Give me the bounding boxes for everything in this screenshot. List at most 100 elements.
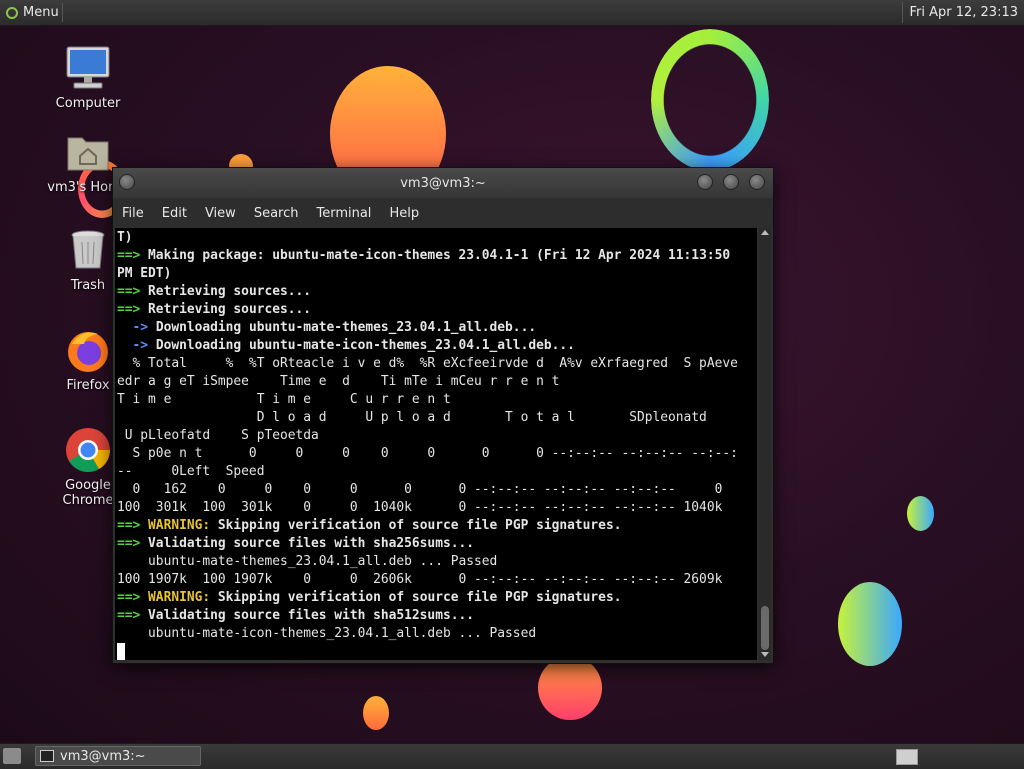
- terminal-text: PM EDT): [117, 266, 172, 281]
- wallpaper-blob: [907, 496, 934, 531]
- terminal-line: -> Downloading ubuntu-mate-themes_23.04.…: [117, 319, 537, 337]
- minimize-button[interactable]: [697, 174, 713, 190]
- terminal-text: 100 301k 100 301k 0 0 1040k 0 --:--:-- -…: [117, 500, 723, 515]
- terminal-text: D l o a d U p l o a d T o t a l SDpleona…: [117, 410, 707, 425]
- scroll-up-arrow-icon[interactable]: [761, 230, 769, 235]
- terminal-text: ==>: [117, 284, 149, 299]
- wallpaper-blob: [538, 656, 602, 720]
- terminal-line: -- 0Left Speed: [117, 463, 264, 481]
- bottom-panel: vm3@vm3:~: [0, 743, 1024, 769]
- terminal-text: ->: [117, 338, 156, 353]
- terminal-text: % Total % %T oRteacle i v e d% %R eXcfee…: [117, 356, 738, 371]
- panel-separator: [62, 3, 63, 22]
- maximize-button[interactable]: [723, 174, 739, 190]
- terminal-text: Retrieving sources...: [148, 284, 312, 299]
- terminal-menubar: File Edit View Search Terminal Help: [113, 198, 773, 228]
- menu-help[interactable]: Help: [380, 206, 428, 221]
- menu-file[interactable]: File: [113, 206, 153, 221]
- scroll-down-arrow-icon[interactable]: [761, 652, 769, 657]
- terminal-text: Validating source files with sha256sums.…: [148, 536, 475, 551]
- terminal-text: ->: [117, 320, 156, 335]
- terminal-line: 100 1907k 100 1907k 0 0 2606k 0 --:--:--…: [117, 571, 722, 589]
- desktop-icon-computer[interactable]: Computer: [38, 44, 138, 111]
- terminal-text: ubuntu-mate-themes_23.04.1_all.deb ... P…: [117, 554, 498, 569]
- terminal-text: WARNING:: [148, 518, 218, 533]
- terminal-text: Skipping verification of source file PGP…: [217, 518, 622, 533]
- desktop-icon-label: Trash: [70, 278, 106, 293]
- terminal-scrollbar[interactable]: [759, 228, 771, 660]
- terminal-text: -- 0Left Speed: [117, 464, 265, 479]
- menu-search[interactable]: Search: [245, 206, 308, 221]
- terminal-text: ==>: [117, 590, 149, 605]
- taskbar-window-label: vm3@vm3:~: [60, 748, 146, 764]
- top-panel: Menu Fri Apr 12, 23:13: [0, 0, 1024, 26]
- terminal-text: Validating source files with sha512sums.…: [148, 608, 475, 623]
- computer-icon: [64, 44, 112, 92]
- main-menu-label: Menu: [23, 5, 59, 20]
- terminal-line: ==> Making package: ubuntu-mate-icon-the…: [117, 247, 730, 265]
- mate-logo-icon: [6, 6, 18, 19]
- menu-edit[interactable]: Edit: [153, 206, 196, 221]
- terminal-line: ==> WARNING: Skipping verification of so…: [117, 517, 621, 535]
- terminal-text: Downloading ubuntu-mate-icon-themes_23.0…: [155, 338, 575, 353]
- terminal-line: 100 301k 100 301k 0 0 1040k 0 --:--:-- -…: [117, 499, 722, 517]
- terminal-window[interactable]: vm3@vm3:~ File Edit View Search Terminal…: [112, 167, 774, 664]
- terminal-line: U pLleofatd S pTeoetda: [117, 427, 319, 445]
- panel-clock[interactable]: Fri Apr 12, 23:13: [902, 2, 1024, 23]
- terminal-text: ubuntu-mate-icon-themes_23.04.1_all.deb …: [117, 626, 537, 641]
- trash-icon: [64, 226, 112, 274]
- show-desktop-icon[interactable]: [3, 748, 21, 764]
- terminal-line: 0 162 0 0 0 0 0 0 --:--:-- --:--:-- --:-…: [117, 481, 723, 499]
- terminal-line: ==> Retrieving sources...: [117, 301, 311, 319]
- terminal-line: D l o a d U p l o a d T o t a l SDpleona…: [117, 409, 707, 427]
- window-titlebar[interactable]: vm3@vm3:~: [113, 168, 773, 198]
- terminal-icon: [40, 750, 54, 762]
- taskbar-window-button[interactable]: vm3@vm3:~: [35, 746, 201, 766]
- terminal-line: S p0e n t 0 0 0 0 0 0 0 --:--:-- --:--:-…: [117, 445, 738, 463]
- terminal-text: Making package: ubuntu-mate-icon-themes …: [148, 248, 731, 263]
- wallpaper-blob: [838, 582, 902, 666]
- desktop-icon-label: Firefox: [66, 378, 110, 393]
- terminal-text: ==>: [117, 608, 149, 623]
- terminal-text: edr a g eT iSmpee Time e d Ti mTe i mCeu…: [117, 374, 560, 389]
- workspace-switcher[interactable]: [896, 749, 918, 765]
- desktop-icon-label: Google Chrome: [62, 478, 114, 508]
- terminal-text: ==>: [117, 518, 149, 533]
- menu-view[interactable]: View: [196, 206, 245, 221]
- terminal-line: PM EDT): [117, 265, 171, 283]
- close-button[interactable]: [749, 174, 765, 190]
- terminal-line: % Total % %T oRteacle i v e d% %R eXcfee…: [117, 355, 738, 373]
- terminal-text: 100 1907k 100 1907k 0 0 2606k 0 --:--:--…: [117, 572, 723, 587]
- menu-terminal[interactable]: Terminal: [307, 206, 380, 221]
- firefox-icon: [64, 326, 112, 374]
- wallpaper-blob: [363, 696, 389, 730]
- terminal-text: WARNING:: [148, 590, 218, 605]
- home-folder-icon: [64, 128, 112, 176]
- terminal-line: ==> Retrieving sources...: [117, 283, 311, 301]
- desktop-icon-label: Computer: [55, 96, 121, 111]
- scrollbar-thumb[interactable]: [761, 606, 769, 650]
- terminal-output[interactable]: T) ==> Making package: ubuntu-mate-icon-t…: [115, 228, 757, 660]
- terminal-line: ubuntu-mate-icon-themes_23.04.1_all.deb …: [117, 625, 536, 643]
- terminal-text: ==>: [117, 536, 149, 551]
- main-menu-button[interactable]: Menu: [2, 2, 65, 23]
- terminal-text: Skipping verification of source file PGP…: [217, 590, 622, 605]
- terminal-text: ==>: [117, 248, 149, 263]
- terminal-text: T i m e T i m e C u r r e n t: [117, 392, 451, 407]
- terminal-text: Retrieving sources...: [148, 302, 312, 317]
- terminal-text: T): [117, 230, 133, 245]
- terminal-line: edr a g eT iSmpee Time e d Ti mTe i mCeu…: [117, 373, 559, 391]
- terminal-line: ubuntu-mate-themes_23.04.1_all.deb ... P…: [117, 553, 497, 571]
- terminal-line: ==> WARNING: Skipping verification of so…: [117, 589, 621, 607]
- terminal-line: ==> Validating source files with sha512s…: [117, 607, 474, 625]
- terminal-text: ==>: [117, 302, 149, 317]
- terminal-line: -> Downloading ubuntu-mate-icon-themes_2…: [117, 337, 575, 355]
- terminal-line: ==> Validating source files with sha256s…: [117, 535, 474, 553]
- terminal-line: T): [117, 229, 133, 247]
- chrome-icon: [64, 426, 112, 474]
- wallpaper-ring: [651, 29, 769, 171]
- window-title: vm3@vm3:~: [400, 176, 486, 191]
- terminal-line: T i m e T i m e C u r r e n t: [117, 391, 451, 409]
- terminal-text: 0 162 0 0 0 0 0 0 --:--:-- --:--:-- --:-…: [117, 482, 723, 497]
- terminal-text: U pLleofatd S pTeoetda: [117, 428, 319, 443]
